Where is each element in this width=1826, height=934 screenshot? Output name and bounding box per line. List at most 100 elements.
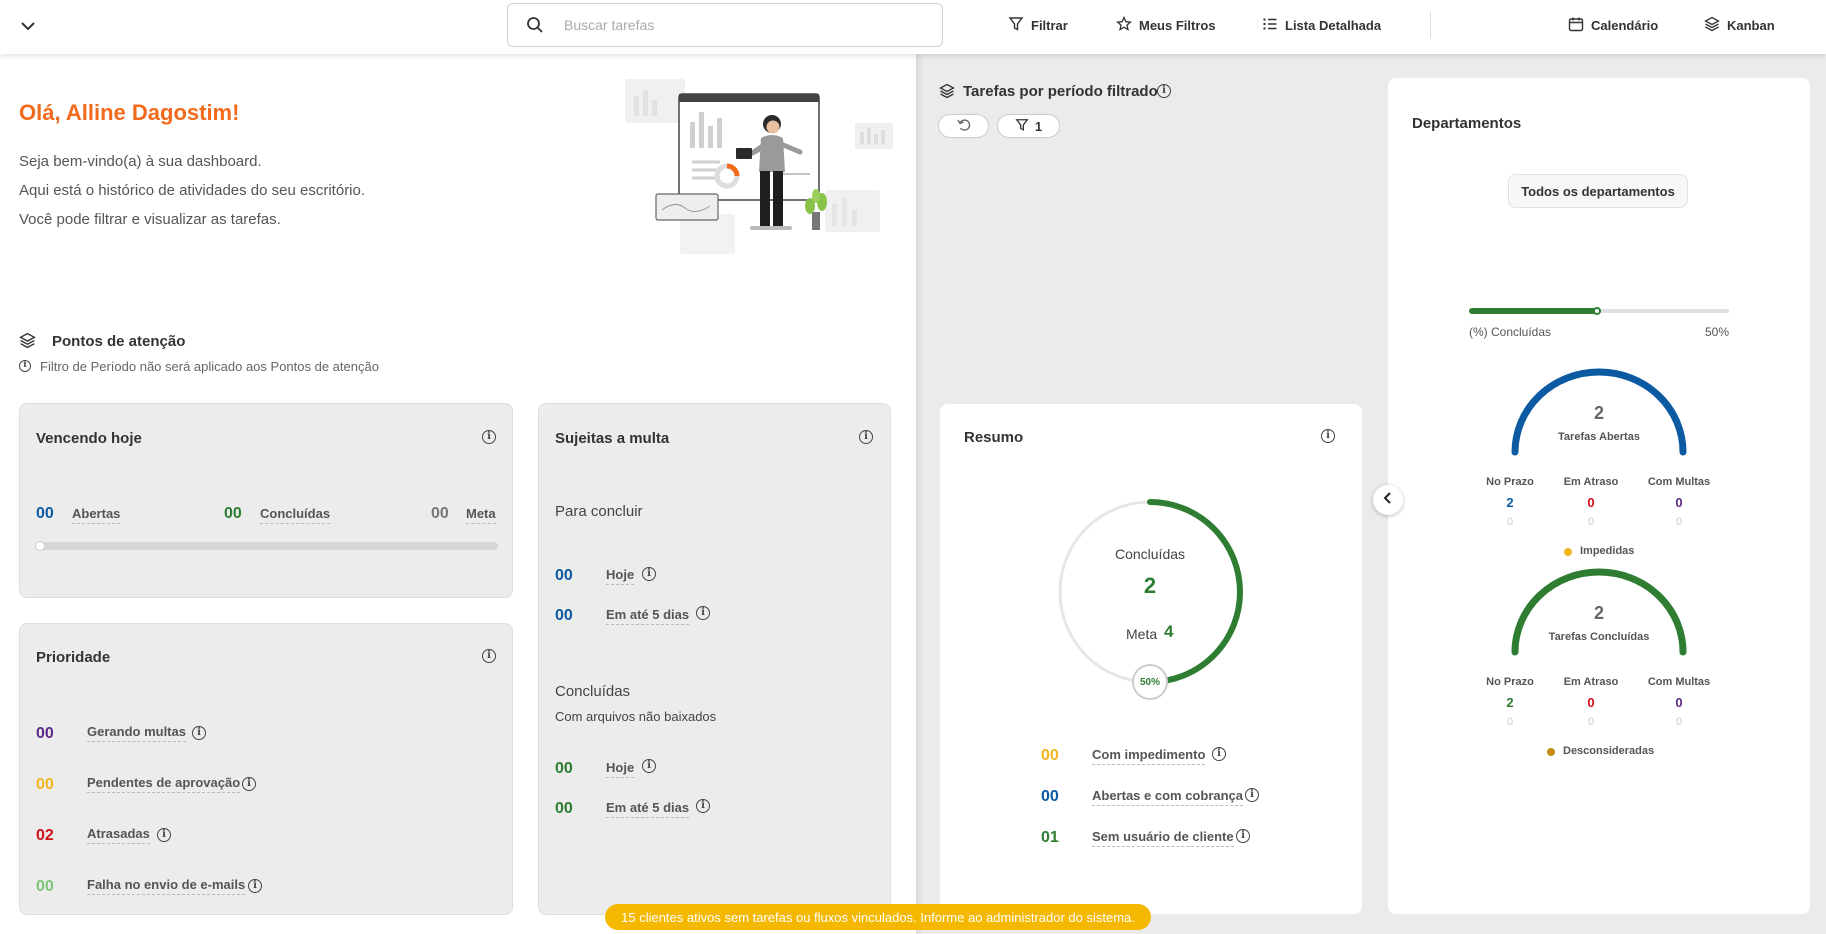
- due-done-label[interactable]: Concluídas: [260, 506, 331, 524]
- departments-title: Departamentos: [1412, 115, 1522, 132]
- open-legend-dot: [1564, 548, 1572, 556]
- open-count: 2: [1593, 403, 1605, 423]
- fine-five-days-label[interactable]: Em até 5 dias: [606, 607, 690, 625]
- info-icon[interactable]: i: [1212, 747, 1226, 761]
- info-icon[interactable]: i: [248, 879, 262, 893]
- dept-progress-fill: [1469, 308, 1599, 314]
- due-goal-value: 00: [431, 505, 449, 522]
- collapse-menu-chevron-icon[interactable]: [18, 16, 38, 36]
- summary-goal-value: 4: [1164, 622, 1174, 641]
- fine-c-five-days-value: 00: [555, 800, 573, 817]
- info-icon[interactable]: i: [859, 430, 873, 444]
- star-icon: [1116, 15, 1132, 35]
- filter-count: 1: [1034, 118, 1043, 134]
- filter-button[interactable]: Filtrar: [1008, 14, 1068, 36]
- fine-today-label[interactable]: Hoje: [606, 567, 635, 585]
- dept-progress-knob: [1593, 307, 1601, 315]
- summary-value-impediment: 00: [1041, 747, 1059, 764]
- info-icon[interactable]: i: [482, 430, 496, 444]
- info-icon[interactable]: i: [192, 726, 206, 740]
- open-late-sub: 0: [1587, 516, 1595, 528]
- closed-fines-label: Com Multas: [1647, 676, 1711, 688]
- reset-filter-button[interactable]: [938, 114, 989, 138]
- calendar-button[interactable]: Calendário: [1568, 14, 1658, 36]
- open-fines-label: Com Multas: [1647, 476, 1711, 488]
- fine-to-finish-label: Para concluir: [555, 503, 643, 520]
- closed-on-time-sub: 0: [1506, 716, 1514, 728]
- open-late-label: Em Atraso: [1563, 476, 1619, 488]
- attention-title: Pontos de atenção: [52, 333, 186, 350]
- summary-label-impediment[interactable]: Com impedimento: [1092, 747, 1206, 765]
- notification-banner: 15 clientes ativos sem tarefas ou fluxos…: [605, 904, 1151, 930]
- layers-icon: [19, 332, 36, 354]
- all-departments-button[interactable]: Todos os departamentos: [1508, 174, 1688, 208]
- kanban-label: Kanban: [1727, 17, 1775, 33]
- info-icon[interactable]: i: [482, 649, 496, 663]
- dept-completed-pct-value: 50%: [1704, 325, 1729, 339]
- due-today-title: Vencendo hoje: [36, 430, 142, 447]
- search-input[interactable]: [564, 14, 924, 36]
- open-late-value[interactable]: 0: [1587, 495, 1594, 510]
- fine-today-value: 00: [555, 567, 573, 584]
- info-icon[interactable]: i: [1245, 788, 1259, 802]
- summary-percent-badge: 50%: [1132, 664, 1168, 700]
- priority-label-email-failure[interactable]: Falha no envio de e-mails: [87, 877, 246, 895]
- info-icon[interactable]: i: [242, 777, 256, 791]
- closed-on-time-value[interactable]: 2: [1506, 695, 1513, 710]
- search-box[interactable]: [507, 3, 943, 47]
- info-icon[interactable]: i: [157, 828, 171, 842]
- fine-completed-label: Concluídas: [555, 683, 631, 700]
- priority-value-pending-approval: 00: [36, 776, 54, 793]
- closed-on-time-label: No Prazo: [1486, 676, 1534, 688]
- my-filters-button[interactable]: Meus Filtros: [1116, 14, 1216, 36]
- fine-five-days-value: 00: [555, 607, 573, 624]
- info-icon[interactable]: i: [1321, 429, 1335, 443]
- closed-legend-label: Desconsideradas: [1563, 745, 1655, 757]
- info-icon[interactable]: i: [642, 759, 656, 773]
- priority-label-fines[interactable]: Gerando multas: [87, 724, 186, 742]
- priority-value-email-failure: 00: [36, 878, 54, 895]
- summary-card: Resumo i Concluídas 2 Meta 4 50% 00 Com …: [940, 404, 1362, 914]
- info-icon[interactable]: i: [696, 606, 710, 620]
- detailed-list-button[interactable]: Lista Detalhada: [1262, 14, 1381, 36]
- summary-title: Resumo: [964, 429, 1024, 446]
- welcome-line-1: Seja bem-vindo(a) à sua dashboard.: [19, 153, 262, 170]
- fine-c-today-label[interactable]: Hoje: [606, 760, 635, 778]
- summary-progress-arc: [1147, 499, 1243, 685]
- summary-label-open-billing[interactable]: Abertas e com cobrança: [1092, 788, 1244, 806]
- closed-label: Tarefas Concluídas: [1548, 631, 1650, 643]
- layers-icon: [939, 83, 955, 104]
- fine-c-five-days-label[interactable]: Em até 5 dias: [606, 800, 690, 818]
- kanban-button[interactable]: Kanban: [1704, 14, 1775, 36]
- top-bar: Filtrar Meus Filtros Lista Detalhada Cal…: [0, 0, 1826, 54]
- summary-label-no-client-user[interactable]: Sem usuário de cliente: [1092, 829, 1234, 847]
- summary-completed-value: 2: [1143, 573, 1157, 598]
- due-open-label[interactable]: Abertas: [72, 506, 121, 524]
- dept-completed-pct-label: (%) Concluídas: [1469, 325, 1552, 339]
- open-fines-value[interactable]: 0: [1675, 495, 1682, 510]
- open-on-time-value[interactable]: 2: [1506, 495, 1513, 510]
- due-goal-label[interactable]: Meta: [466, 506, 496, 524]
- collapse-panel-button[interactable]: [1373, 485, 1403, 515]
- due-open-value: 00: [36, 505, 54, 522]
- funnel-icon: [1008, 16, 1024, 35]
- fine-c-today-value: 00: [555, 760, 573, 777]
- open-legend-label: Impedidas: [1580, 545, 1635, 557]
- info-icon[interactable]: i: [642, 567, 656, 581]
- closed-count: 2: [1593, 603, 1605, 623]
- info-icon[interactable]: i: [1157, 84, 1171, 98]
- list-icon: [1262, 16, 1278, 35]
- closed-late-value[interactable]: 0: [1587, 695, 1594, 710]
- priority-label-late[interactable]: Atrasadas: [87, 826, 150, 844]
- info-icon[interactable]: i: [1236, 829, 1250, 843]
- active-filters-button[interactable]: 1: [997, 114, 1060, 138]
- due-today-card: Vencendo hoje i 00 Abertas 00 Concluídas…: [19, 403, 513, 598]
- closed-fines-value[interactable]: 0: [1675, 695, 1682, 710]
- info-icon[interactable]: i: [696, 799, 710, 813]
- detailed-list-label: Lista Detalhada: [1285, 17, 1382, 33]
- closed-legend-dot: [1547, 748, 1555, 756]
- welcome-greeting: Olá, Alline Dagostim!: [19, 100, 240, 125]
- priority-value-fines: 00: [36, 725, 54, 742]
- open-on-time-sub: 0: [1506, 516, 1514, 528]
- priority-label-pending-approval[interactable]: Pendentes de aprovação: [87, 775, 241, 793]
